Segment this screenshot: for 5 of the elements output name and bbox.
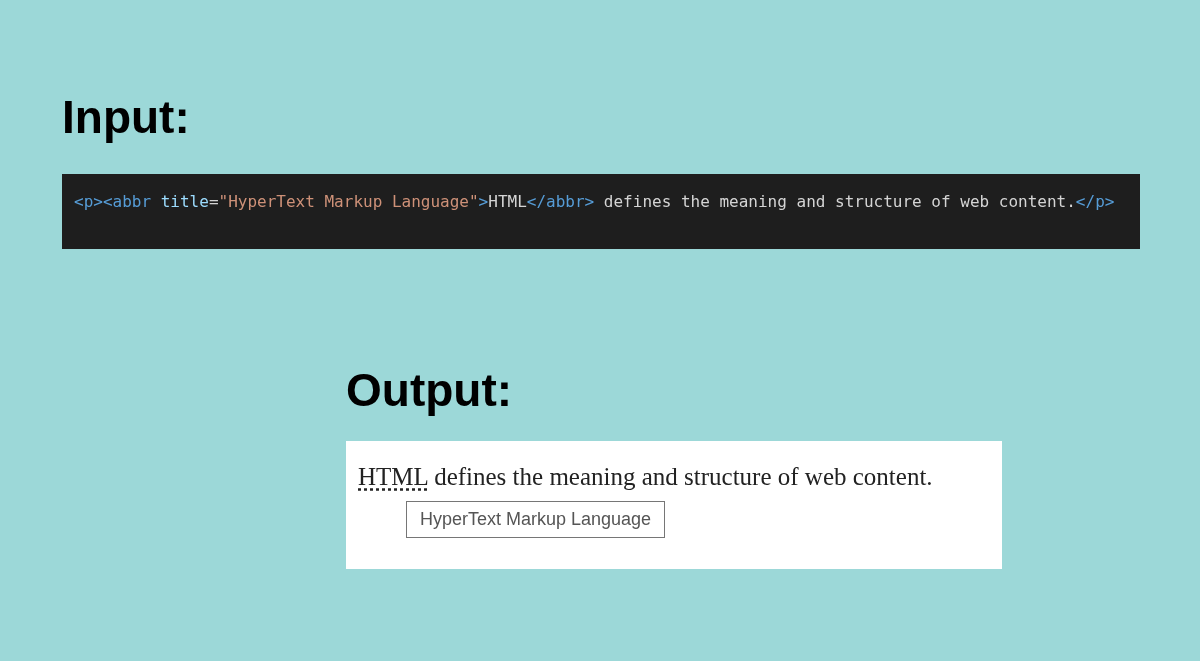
output-sentence: HTML defines the meaning and structure of web content.	[358, 463, 934, 492]
tooltip: HyperText Markup Language	[406, 501, 666, 539]
section-heading: Input:	[62, 91, 190, 143]
code-line: <p><abbr title="HyperText Markup Language">HTML</abbr> defines the meaning and structure of web content.</p>	[74, 191, 1115, 211]
section-heading: Output:	[346, 363, 513, 416]
